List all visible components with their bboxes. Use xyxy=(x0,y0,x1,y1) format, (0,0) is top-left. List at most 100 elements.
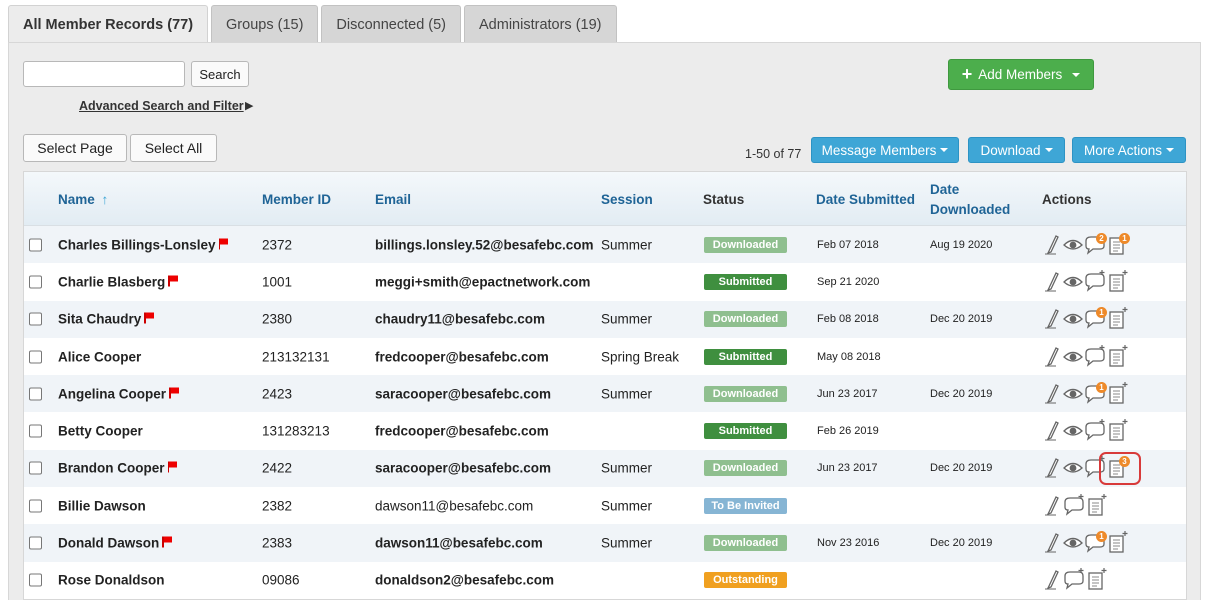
column-header-status: Status xyxy=(703,192,745,207)
member-name-cell[interactable]: Donald Dawson xyxy=(58,536,172,551)
edit-pen-icon[interactable] xyxy=(1042,269,1062,293)
member-name-cell[interactable]: Betty Cooper xyxy=(58,424,143,439)
column-header-date-downloaded-line2[interactable]: Downloaded xyxy=(930,202,1010,217)
member-name[interactable]: Angelina Cooper xyxy=(58,386,166,401)
member-name[interactable]: Betty Cooper xyxy=(58,424,143,439)
view-eye-icon[interactable] xyxy=(1063,232,1083,256)
edit-pen-icon[interactable] xyxy=(1042,418,1062,442)
column-header-date-downloaded[interactable]: Date xyxy=(930,182,959,197)
tab-administrators[interactable]: Administrators (19) xyxy=(464,5,617,43)
row-actions xyxy=(1042,344,1142,370)
view-eye-icon[interactable] xyxy=(1063,381,1083,405)
download-button[interactable]: Download xyxy=(968,137,1065,163)
form-document-icon[interactable] xyxy=(1107,418,1129,442)
edit-pen-icon[interactable] xyxy=(1042,344,1062,368)
table-row: Alice Cooper 213132131 fredcooper@besafebc… xyxy=(24,338,1186,375)
row-checkbox[interactable] xyxy=(29,573,42,587)
view-eye-icon[interactable] xyxy=(1063,344,1083,368)
row-checkbox[interactable] xyxy=(29,499,42,513)
date-submitted-cell: Sep 21 2020 xyxy=(817,275,880,288)
member-name[interactable]: Sita Chaudry xyxy=(58,312,141,327)
member-name[interactable]: Charles Billings-Lonsley xyxy=(58,237,216,252)
member-id-cell: 213132131 xyxy=(262,349,330,365)
row-checkbox[interactable] xyxy=(29,536,42,550)
tab-disconnected[interactable]: Disconnected (5) xyxy=(321,5,462,43)
member-name-cell[interactable]: Charles Billings-Lonsley xyxy=(58,237,229,252)
member-name[interactable]: Brandon Cooper xyxy=(58,461,165,476)
form-document-icon[interactable] xyxy=(1107,306,1129,330)
member-id-cell: 1001 xyxy=(262,274,293,290)
advanced-search-link[interactable]: Advanced Search and Filter xyxy=(79,99,244,113)
edit-pen-icon[interactable] xyxy=(1042,493,1062,517)
column-header-session[interactable]: Session xyxy=(601,192,653,207)
message-bubble-icon[interactable] xyxy=(1084,418,1106,442)
view-eye-icon[interactable] xyxy=(1063,418,1083,442)
message-members-button[interactable]: Message Members xyxy=(811,137,959,163)
email-cell: dawson11@besafebc.com xyxy=(375,535,543,551)
edit-pen-icon[interactable] xyxy=(1042,530,1062,554)
form-document-icon[interactable] xyxy=(1086,493,1108,517)
row-checkbox[interactable] xyxy=(29,238,42,252)
email-cell: chaudry11@besafebc.com xyxy=(375,311,545,327)
member-name[interactable]: Billie Dawson xyxy=(58,498,146,513)
edit-pen-icon[interactable] xyxy=(1042,306,1062,330)
select-page-button[interactable]: Select Page xyxy=(23,134,127,162)
form-document-icon[interactable] xyxy=(1107,381,1129,405)
message-bubble-icon[interactable] xyxy=(1063,567,1085,591)
edit-pen-icon[interactable] xyxy=(1042,232,1062,256)
select-all-button[interactable]: Select All xyxy=(130,134,217,162)
search-button[interactable]: Search xyxy=(191,61,249,87)
row-checkbox[interactable] xyxy=(29,424,42,438)
column-header-name[interactable]: Name ↑ xyxy=(58,192,108,207)
member-name-cell[interactable]: Brandon Cooper xyxy=(58,461,178,476)
form-document-icon[interactable] xyxy=(1107,269,1129,293)
member-id-cell: 09086 xyxy=(262,572,300,588)
message-bubble-icon[interactable] xyxy=(1063,493,1085,517)
row-checkbox[interactable] xyxy=(29,275,42,289)
member-name[interactable]: Donald Dawson xyxy=(58,536,159,551)
session-cell: Summer xyxy=(601,498,653,514)
edit-pen-icon[interactable] xyxy=(1042,455,1062,479)
message-bubble-icon[interactable] xyxy=(1084,269,1106,293)
member-name-cell[interactable]: Charlie Blasberg xyxy=(58,274,178,289)
member-name-cell[interactable]: Angelina Cooper xyxy=(58,386,179,401)
column-header-date-submitted[interactable]: Date Submitted xyxy=(816,192,915,207)
member-name[interactable]: Alice Cooper xyxy=(58,349,141,364)
edit-pen-icon[interactable] xyxy=(1042,381,1062,405)
form-count-badge: 1 xyxy=(1119,232,1130,244)
more-actions-button[interactable]: More Actions xyxy=(1072,137,1186,163)
form-document-icon[interactable] xyxy=(1107,530,1129,554)
edit-pen-icon[interactable] xyxy=(1042,567,1062,591)
column-header-email[interactable]: Email xyxy=(375,192,411,207)
red-flag-icon xyxy=(162,536,172,548)
view-eye-icon[interactable] xyxy=(1063,455,1083,479)
search-input[interactable] xyxy=(23,61,185,87)
row-actions xyxy=(1042,269,1142,295)
form-document-icon[interactable] xyxy=(1086,567,1108,591)
member-id-cell: 2372 xyxy=(262,237,293,253)
form-document-icon[interactable] xyxy=(1107,344,1129,368)
date-submitted-cell: May 08 2018 xyxy=(817,350,881,363)
row-checkbox[interactable] xyxy=(29,461,42,475)
member-name[interactable]: Rose Donaldson xyxy=(58,573,165,588)
column-header-member-id[interactable]: Member ID xyxy=(262,192,331,207)
view-eye-icon[interactable] xyxy=(1063,306,1083,330)
member-name-cell[interactable]: Rose Donaldson xyxy=(58,573,165,588)
message-bubble-icon[interactable] xyxy=(1084,344,1106,368)
member-name-cell[interactable]: Billie Dawson xyxy=(58,498,146,513)
member-name[interactable]: Charlie Blasberg xyxy=(58,274,165,289)
email-cell: donaldson2@besafebc.com xyxy=(375,572,554,588)
row-checkbox[interactable] xyxy=(29,387,42,401)
tab-groups[interactable]: Groups (15) xyxy=(211,5,319,43)
expand-arrow-icon[interactable]: ▶ xyxy=(245,99,253,112)
row-checkbox[interactable] xyxy=(29,312,42,326)
session-cell: Summer xyxy=(601,237,653,253)
view-eye-icon[interactable] xyxy=(1063,269,1083,293)
member-name-cell[interactable]: Sita Chaudry xyxy=(58,312,154,327)
add-members-button[interactable]: + Add Members xyxy=(948,59,1094,90)
member-name-cell[interactable]: Alice Cooper xyxy=(58,349,141,364)
tab-all-member-records[interactable]: All Member Records (77) xyxy=(8,5,209,43)
table-row: Sita Chaudry 2380 chaudry11@besafebc.com Su… xyxy=(24,300,1186,338)
view-eye-icon[interactable] xyxy=(1063,530,1083,554)
row-checkbox[interactable] xyxy=(29,350,42,364)
